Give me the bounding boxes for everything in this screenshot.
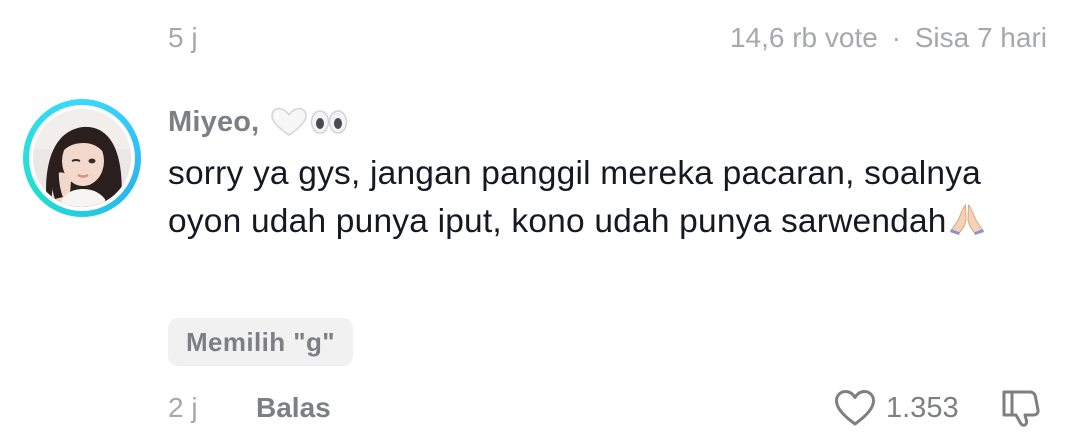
comment-text: sorry ya gys, jangan panggil mereka paca… [168,155,981,240]
folded-hands-icon [949,202,985,250]
remaining-time: Sisa 7 hari [914,22,1047,53]
comment-timestamp: 2 j [168,392,198,423]
like-count: 1.353 [886,391,959,424]
comment-body: sorry ya gys, jangan panggil mereka paca… [168,150,1048,250]
heart-outline-icon [835,390,875,426]
username-emoji-group [269,106,349,138]
meta-separator: · [891,22,901,53]
avatar-story-ring[interactable] [23,99,141,217]
vote-choice-badge: Memilih "g" [168,318,353,366]
poll-stats: 14,6 rb vote · Sisa 7 hari [730,18,1047,58]
avatar-photo [33,109,131,207]
vote-count: 14,6 rb vote [729,22,878,53]
comment-author-row: Miyeo, [168,100,349,144]
white-heart-icon [271,107,308,136]
dislike-button[interactable] [998,386,1046,430]
thumbs-down-icon [1002,390,1040,427]
avatar[interactable] [33,109,131,207]
reply-button[interactable]: Balas [256,388,331,428]
header-timestamp: 5 j [168,22,198,53]
comment-username[interactable]: Miyeo, [168,106,259,139]
like-button[interactable]: 1.353 [834,386,959,430]
eyes-icon [311,110,348,134]
poll-meta-row: 5 j 14,6 rb vote · Sisa 7 hari [0,18,1077,58]
